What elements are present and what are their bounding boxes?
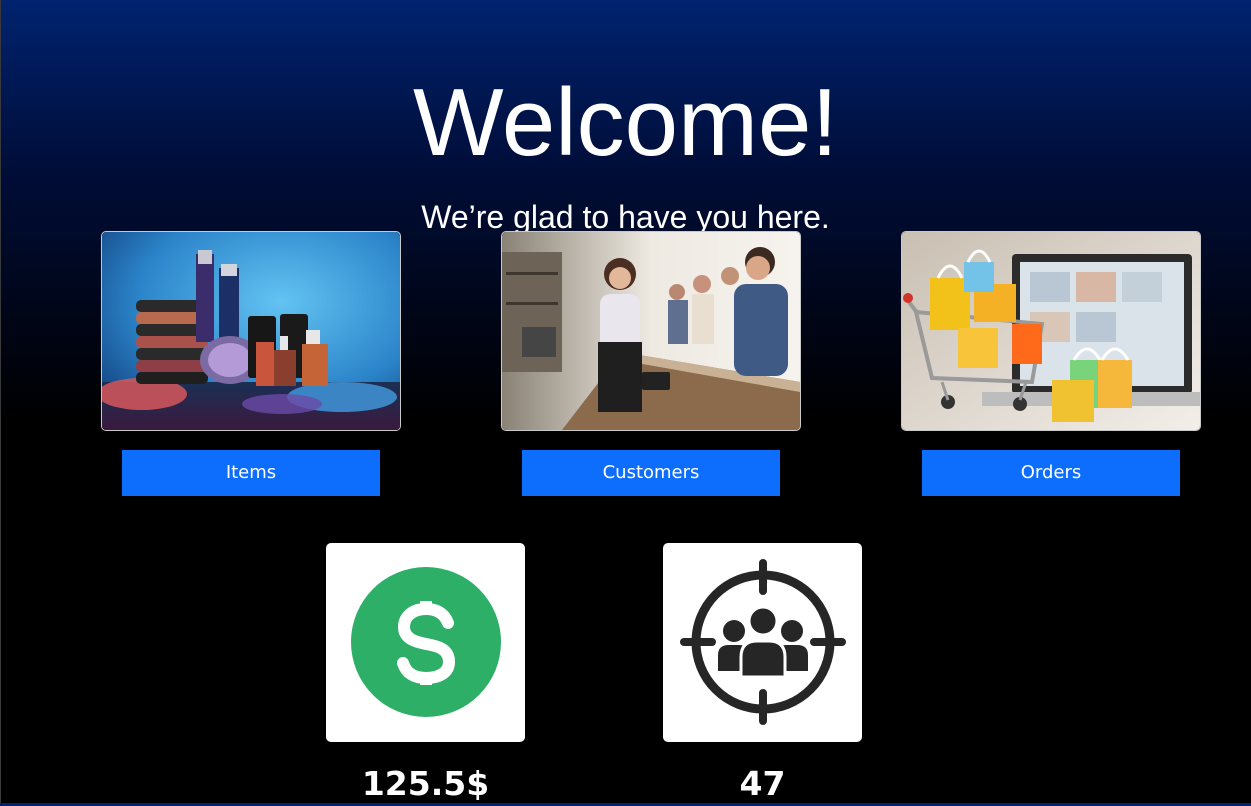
customers-button[interactable]: Customers	[522, 450, 780, 496]
target-audience-icon	[680, 559, 846, 725]
dollar-icon	[351, 567, 501, 717]
page-title: Welcome!	[412, 69, 838, 176]
audience-tile	[663, 543, 862, 742]
orders-image[interactable]	[901, 231, 1201, 431]
cosmetics-products-photo	[102, 232, 400, 430]
customers-image[interactable]	[501, 231, 801, 431]
customers-at-counter-photo	[502, 232, 800, 430]
audience-count: 47	[739, 764, 786, 803]
revenue-value: 125.5$	[361, 764, 490, 803]
items-image[interactable]	[101, 231, 401, 431]
orders-button[interactable]: Orders	[922, 450, 1180, 496]
revenue-tile	[326, 543, 525, 742]
items-button[interactable]: Items	[122, 450, 380, 496]
shopping-cart-laptop-photo	[902, 232, 1200, 430]
